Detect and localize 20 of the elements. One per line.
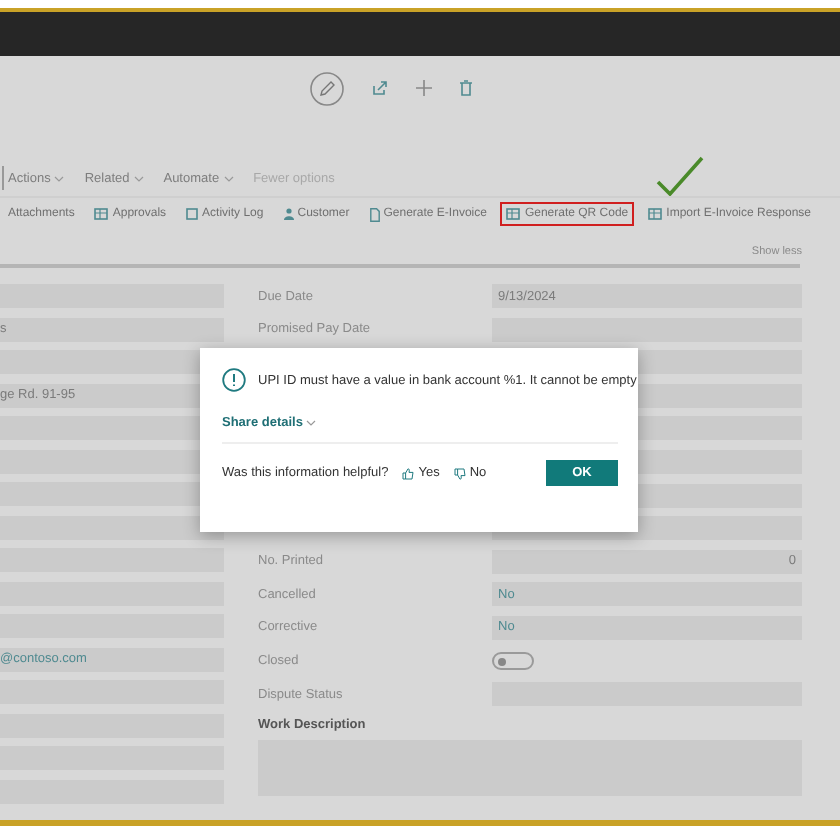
plus-icon[interactable]	[415, 80, 431, 96]
person-icon	[283, 208, 294, 220]
document-icon	[369, 207, 380, 221]
checkmark-icon	[656, 156, 704, 196]
chevron-down-icon	[54, 175, 65, 181]
thumbs-up-icon	[402, 467, 415, 479]
table-icon	[506, 208, 521, 220]
info-icon	[222, 368, 246, 392]
chevron-down-icon	[306, 420, 317, 426]
share-icon[interactable]	[371, 80, 387, 96]
input-field[interactable]	[0, 515, 224, 539]
table-icon	[94, 208, 109, 220]
table-icon	[648, 208, 663, 220]
thumbs-down-icon	[453, 467, 466, 479]
chevron-down-icon	[223, 175, 234, 181]
chevron-down-icon	[133, 175, 144, 181]
toggle-switch[interactable]	[492, 652, 534, 671]
square-icon	[186, 208, 199, 220]
edit-icon[interactable]	[309, 71, 343, 105]
trash-icon[interactable]	[459, 80, 471, 96]
